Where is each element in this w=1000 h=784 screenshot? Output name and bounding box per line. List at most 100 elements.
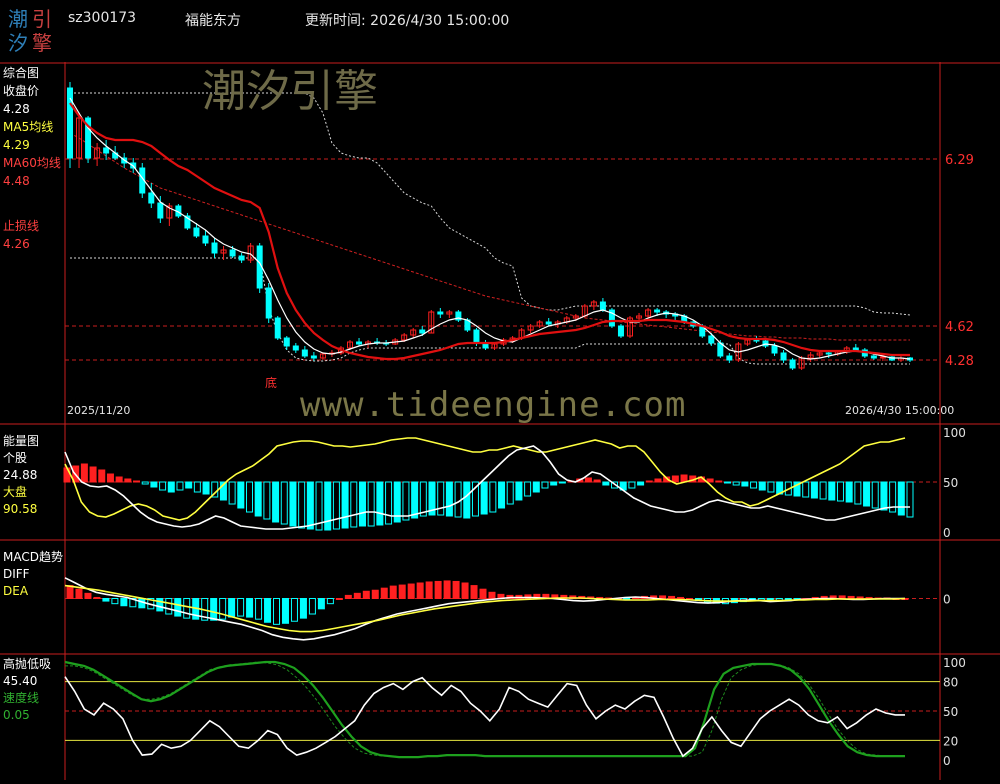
energy-bar <box>654 478 662 483</box>
price-legend-item: 4.29 <box>3 138 30 152</box>
macd-bar <box>255 598 263 620</box>
macd-bar <box>452 580 460 600</box>
osc-legend-item: 速度线 <box>3 691 40 705</box>
logo-char: 擎 <box>32 31 52 55</box>
candle-body <box>265 287 272 319</box>
candle-body <box>229 249 236 257</box>
macd-bar <box>470 585 478 599</box>
price-legend-item: 综合图 <box>3 66 40 80</box>
energy-bar <box>98 469 106 483</box>
candle-body <box>103 147 110 154</box>
candle-body <box>870 355 877 359</box>
osc-legend-item: 45.40 <box>3 674 38 688</box>
price-legend-item: 收盘价 <box>3 84 40 98</box>
logo-char: 潮 <box>8 7 28 31</box>
macd-bar <box>102 598 110 602</box>
macd-bar <box>120 598 128 607</box>
bottom-marker: 底 <box>265 376 278 390</box>
price-legend-item: MA5均线 <box>3 120 54 134</box>
osc-legend-item: 0.05 <box>3 708 30 722</box>
candle-body <box>753 339 760 342</box>
energy-bar <box>515 481 523 501</box>
macd-bar <box>407 583 415 599</box>
macd-bar <box>353 592 361 599</box>
energy-bar <box>854 481 862 505</box>
energy-legend-item: 大盘 <box>3 485 28 499</box>
energy-bar <box>906 481 914 518</box>
energy-bar <box>767 481 775 493</box>
energy-bar <box>758 481 766 491</box>
candle-body <box>356 341 363 345</box>
energy-bar <box>602 481 610 486</box>
candle-body <box>545 321 552 325</box>
energy-bar <box>167 481 175 493</box>
energy-bar <box>550 481 558 486</box>
candle-body <box>437 311 444 315</box>
energy-bar <box>402 481 410 521</box>
energy-bar <box>897 481 905 516</box>
date-end: 2026/4/30 15:00:00 <box>845 404 955 417</box>
energy-bar <box>289 481 297 527</box>
candle-body <box>211 242 218 254</box>
energy-bar <box>228 481 236 505</box>
energy-bar <box>845 481 853 503</box>
energy-bar <box>819 481 827 500</box>
energy-bar <box>341 481 349 529</box>
macd-bar <box>174 598 182 617</box>
logo-char: 引 <box>32 7 52 31</box>
energy-axis-tick: 0 <box>943 526 951 540</box>
energy-axis-tick: 100 <box>943 426 966 440</box>
energy-bar <box>150 481 158 488</box>
candle-body <box>654 309 661 313</box>
macd-bar <box>246 598 254 618</box>
osc-axis-tick: 50 <box>943 705 958 719</box>
energy-bar <box>828 481 836 501</box>
candle-body <box>789 359 796 369</box>
macd-bar <box>290 598 298 622</box>
macd-bar <box>93 596 101 600</box>
energy-bar <box>176 481 184 491</box>
macd-bar <box>299 598 307 619</box>
candle-body <box>780 352 787 361</box>
price-axis-tick: 6.29 <box>945 153 974 168</box>
energy-bar <box>524 481 532 497</box>
macd-bar <box>371 589 379 600</box>
candle-body <box>726 355 733 361</box>
energy-bar <box>723 481 731 484</box>
price-legend-item: 4.28 <box>3 102 30 116</box>
energy-bar <box>332 481 340 530</box>
energy-legend-item: 个股 <box>3 451 28 465</box>
energy-bar <box>358 481 366 527</box>
macd-bar <box>281 598 289 624</box>
energy-bar <box>593 479 601 483</box>
energy-bar <box>298 481 306 529</box>
macd-bar <box>237 598 245 617</box>
energy-bar <box>419 481 427 517</box>
macd-bar <box>264 598 272 623</box>
energy-bar <box>802 481 810 498</box>
candle-body <box>292 345 299 351</box>
energy-bar <box>376 481 384 526</box>
osc-axis-tick: 100 <box>943 656 966 670</box>
energy-legend-item: 24.88 <box>3 468 38 482</box>
energy-bar <box>628 481 636 489</box>
energy-bar <box>324 481 332 531</box>
energy-bar <box>202 481 210 495</box>
energy-bar <box>489 481 497 513</box>
macd-bar <box>461 582 469 599</box>
candle-body <box>771 345 778 354</box>
macd-legend-item: MACD趋势 <box>3 550 63 564</box>
macd-legend-item: DIFF <box>3 567 30 581</box>
macd-bar <box>362 590 370 599</box>
energy-bar <box>863 481 871 507</box>
energy-bar <box>237 481 245 509</box>
macd-bar <box>219 598 227 620</box>
energy-bar <box>254 481 262 517</box>
price-legend-item: 4.48 <box>3 174 30 188</box>
energy-bar <box>411 481 419 519</box>
energy-bar <box>263 481 271 520</box>
osc-axis-tick: 80 <box>943 676 958 690</box>
macd-bar <box>389 585 397 599</box>
macd-bar <box>335 598 343 600</box>
energy-bar <box>272 481 280 523</box>
